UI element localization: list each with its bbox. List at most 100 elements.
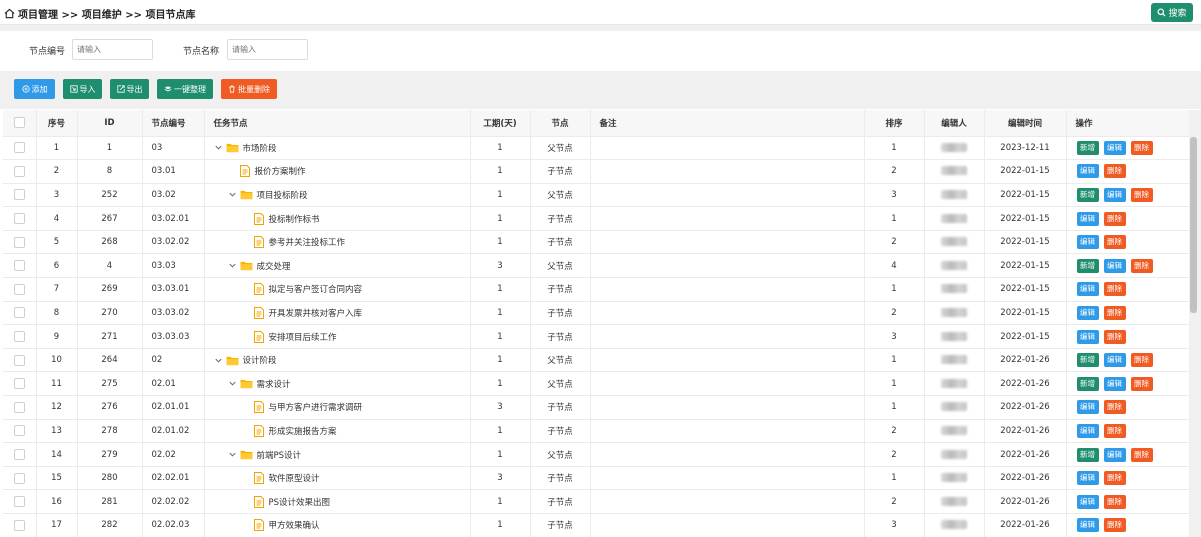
table-row[interactable]: 5 268 03.02.02 参考并关注投标工作 1 子节点 2 2022-01-15 编辑 删除 bbox=[3, 230, 1189, 255]
table-row[interactable]: 10 264 02 设计阶段 1 父节点 1 2022-01-26 新增 编辑 删除 bbox=[3, 348, 1189, 373]
batch-delete-button[interactable]: 批量删除 bbox=[221, 79, 277, 99]
table-row[interactable]: 11 275 02.01 需求设计 1 父节点 1 2022-01-26 新增 编辑 删除 bbox=[3, 371, 1189, 397]
delete-button[interactable]: 删除 bbox=[1103, 164, 1126, 179]
add-child-button[interactable]: 新增 bbox=[1076, 376, 1099, 391]
chevron-down-icon[interactable] bbox=[228, 450, 237, 459]
scrollbar-thumb[interactable] bbox=[1190, 137, 1197, 313]
row-checkbox[interactable] bbox=[13, 331, 25, 343]
table-row[interactable]: 12 276 02.01.01 与甲方客户进行需求调研 3 子节点 1 2022-01-26 编… bbox=[3, 395, 1189, 420]
select-all-checkbox[interactable] bbox=[13, 117, 25, 129]
table-row[interactable]: 3 252 03.02 项目投标阶段 1 父节点 3 2022-01-15 新增 编辑 删除 bbox=[3, 183, 1189, 208]
chevron-down-icon[interactable] bbox=[228, 379, 237, 388]
row-checkbox[interactable] bbox=[13, 472, 25, 484]
task-name[interactable]: 设计阶段 bbox=[243, 354, 277, 366]
row-checkbox[interactable] bbox=[13, 165, 25, 177]
edit-button[interactable]: 编辑 bbox=[1103, 353, 1126, 368]
task-name[interactable]: 拟定与客户签订合同内容 bbox=[269, 283, 363, 295]
task-name[interactable]: 安排项目后续工作 bbox=[269, 331, 337, 343]
task-name[interactable]: 前端PS设计 bbox=[257, 449, 302, 461]
delete-button[interactable]: 删除 bbox=[1103, 329, 1126, 344]
delete-button[interactable]: 删除 bbox=[1103, 423, 1126, 438]
table-row[interactable]: 13 278 02.01.02 形成实施报告方案 1 子节点 2 2022-01-26 编辑 删除 bbox=[3, 419, 1189, 444]
task-name[interactable]: 市场阶段 bbox=[243, 142, 277, 154]
add-child-button[interactable]: 新增 bbox=[1076, 140, 1099, 155]
add-child-button[interactable]: 新增 bbox=[1076, 187, 1099, 202]
row-checkbox[interactable] bbox=[13, 213, 25, 225]
add-child-button[interactable]: 新增 bbox=[1076, 353, 1099, 368]
task-name[interactable]: PS设计效果出图 bbox=[269, 496, 331, 508]
edit-button[interactable]: 编辑 bbox=[1076, 518, 1099, 533]
row-checkbox[interactable] bbox=[13, 354, 25, 366]
node-code-input[interactable] bbox=[72, 39, 153, 60]
edit-button[interactable]: 编辑 bbox=[1076, 471, 1099, 486]
table-row[interactable]: 15 280 02.02.01 软件原型设计 3 子节点 1 2022-01-26 编辑 删除 bbox=[3, 466, 1189, 491]
table-row[interactable]: 8 270 03.03.02 开具发票并核对客户入库 1 子节点 2 2022-01-15 编辑… bbox=[3, 301, 1189, 326]
delete-button[interactable]: 删除 bbox=[1103, 235, 1126, 250]
chevron-down-icon[interactable] bbox=[214, 143, 223, 152]
delete-button[interactable]: 删除 bbox=[1103, 494, 1126, 509]
delete-button[interactable]: 删除 bbox=[1130, 353, 1153, 368]
chevron-down-icon[interactable] bbox=[214, 356, 223, 365]
chevron-down-icon[interactable] bbox=[228, 261, 237, 270]
edit-button[interactable]: 编辑 bbox=[1076, 494, 1099, 509]
delete-button[interactable]: 删除 bbox=[1103, 400, 1126, 415]
delete-button[interactable]: 删除 bbox=[1103, 471, 1126, 486]
row-checkbox[interactable] bbox=[13, 378, 25, 390]
task-name[interactable]: 甲方效果确认 bbox=[269, 519, 320, 531]
edit-button[interactable]: 编辑 bbox=[1103, 140, 1126, 155]
import-button[interactable]: 导入 bbox=[63, 79, 102, 99]
delete-button[interactable]: 删除 bbox=[1130, 187, 1153, 202]
table-row[interactable]: 9 271 03.03.03 安排项目后续工作 1 子节点 3 2022-01-15 编辑 删除 bbox=[3, 324, 1189, 349]
task-name[interactable]: 报价方案制作 bbox=[255, 165, 306, 177]
table-row[interactable]: 14 279 02.02 前端PS设计 1 父节点 2 2022-01-26 新增 编辑 删除 bbox=[3, 442, 1189, 467]
add-child-button[interactable]: 新增 bbox=[1076, 447, 1099, 462]
delete-button[interactable]: 删除 bbox=[1103, 282, 1126, 297]
task-name[interactable]: 参考并关注投标工作 bbox=[269, 236, 346, 248]
export-button[interactable]: 导出 bbox=[110, 79, 149, 99]
task-name[interactable]: 需求设计 bbox=[257, 378, 291, 390]
delete-button[interactable]: 删除 bbox=[1103, 211, 1126, 226]
edit-button[interactable]: 编辑 bbox=[1103, 376, 1126, 391]
row-checkbox[interactable] bbox=[13, 519, 25, 531]
task-name[interactable]: 软件原型设计 bbox=[269, 472, 320, 484]
edit-button[interactable]: 编辑 bbox=[1076, 305, 1099, 320]
edit-button[interactable]: 编辑 bbox=[1103, 258, 1126, 273]
edit-button[interactable]: 编辑 bbox=[1103, 187, 1126, 202]
delete-button[interactable]: 删除 bbox=[1130, 447, 1153, 462]
table-row[interactable]: 16 281 02.02.02 PS设计效果出图 1 子节点 2 2022-01-26 编辑 删除 bbox=[3, 489, 1189, 514]
task-name[interactable]: 形成实施报告方案 bbox=[269, 425, 337, 437]
edit-button[interactable]: 编辑 bbox=[1076, 282, 1099, 297]
task-name[interactable]: 投标制作标书 bbox=[269, 213, 320, 225]
add-child-button[interactable]: 新增 bbox=[1076, 258, 1099, 273]
row-checkbox[interactable] bbox=[13, 260, 25, 272]
edit-button[interactable]: 编辑 bbox=[1076, 164, 1099, 179]
edit-button[interactable]: 编辑 bbox=[1076, 423, 1099, 438]
arrange-button[interactable]: 一键整理 bbox=[157, 79, 213, 99]
edit-button[interactable]: 编辑 bbox=[1076, 235, 1099, 250]
table-row[interactable]: 4 267 03.02.01 投标制作标书 1 子节点 1 2022-01-15 编辑 删除 bbox=[3, 206, 1189, 231]
row-checkbox[interactable] bbox=[13, 142, 25, 154]
delete-button[interactable]: 删除 bbox=[1130, 140, 1153, 155]
table-row[interactable]: 6 4 03.03 成交处理 3 父节点 4 2022-01-15 新增 编辑 删除 bbox=[3, 253, 1189, 279]
row-checkbox[interactable] bbox=[13, 425, 25, 437]
delete-button[interactable]: 删除 bbox=[1130, 258, 1153, 273]
delete-button[interactable]: 删除 bbox=[1130, 376, 1153, 391]
edit-button[interactable]: 编辑 bbox=[1076, 211, 1099, 226]
table-row[interactable]: 2 8 03.01 报价方案制作 1 子节点 2 2022-01-15 编辑 删除 bbox=[3, 159, 1189, 184]
row-checkbox[interactable] bbox=[13, 283, 25, 295]
table-row[interactable]: 7 269 03.03.01 拟定与客户签订合同内容 1 子节点 1 2022-01-15 编辑… bbox=[3, 277, 1189, 302]
chevron-down-icon[interactable] bbox=[228, 190, 237, 199]
delete-button[interactable]: 删除 bbox=[1103, 518, 1126, 533]
edit-button[interactable]: 编辑 bbox=[1103, 447, 1126, 462]
add-button[interactable]: 添加 bbox=[14, 79, 55, 99]
row-checkbox[interactable] bbox=[13, 496, 25, 508]
row-checkbox[interactable] bbox=[13, 307, 25, 319]
search-button[interactable]: 搜索 bbox=[1151, 3, 1193, 22]
task-name[interactable]: 项目投标阶段 bbox=[257, 189, 308, 201]
table-row[interactable]: 1 1 03 市场阶段 1 父节点 1 2023-12-11 新增 编辑 删除 bbox=[3, 136, 1189, 161]
node-name-input[interactable] bbox=[227, 39, 308, 60]
task-name[interactable]: 成交处理 bbox=[257, 260, 291, 272]
row-checkbox[interactable] bbox=[13, 236, 25, 248]
edit-button[interactable]: 编辑 bbox=[1076, 400, 1099, 415]
row-checkbox[interactable] bbox=[13, 449, 25, 461]
